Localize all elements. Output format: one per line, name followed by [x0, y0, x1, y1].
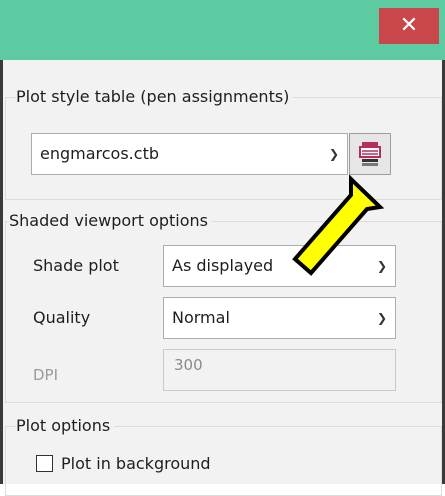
plot-style-table-value: engmarcos.ctb [40, 144, 159, 163]
shade-plot-label: Shade plot [33, 256, 119, 275]
dpi-label: DPI [33, 366, 59, 384]
plot-in-background-label[interactable]: Plot in background [61, 454, 211, 473]
edit-plot-style-icon [359, 142, 381, 166]
chevron-down-icon: ❯ [376, 311, 387, 325]
title-bar: ✕ [0, 0, 445, 60]
plot-in-background-checkbox[interactable] [36, 455, 53, 472]
yellow-arrow-icon [292, 175, 385, 276]
close-button[interactable]: ✕ [379, 8, 439, 44]
dpi-value: 300 [174, 356, 203, 374]
plot-style-table-select[interactable]: engmarcos.ctb ❯ [31, 133, 348, 175]
quality-value: Normal [172, 308, 230, 327]
edit-plot-style-button[interactable] [349, 133, 391, 175]
plot-style-table-title: Plot style table (pen assignments) [16, 87, 294, 106]
chevron-down-icon: ❯ [328, 147, 339, 161]
quality-label: Quality [33, 308, 91, 327]
close-icon: ✕ [399, 13, 419, 38]
shaded-viewport-title: Shaded viewport options [9, 211, 212, 230]
quality-select[interactable]: Normal ❯ [163, 297, 396, 339]
dpi-input: 300 [163, 349, 396, 391]
plot-options-title: Plot options [16, 416, 115, 435]
shade-plot-value: As displayed [172, 256, 274, 275]
